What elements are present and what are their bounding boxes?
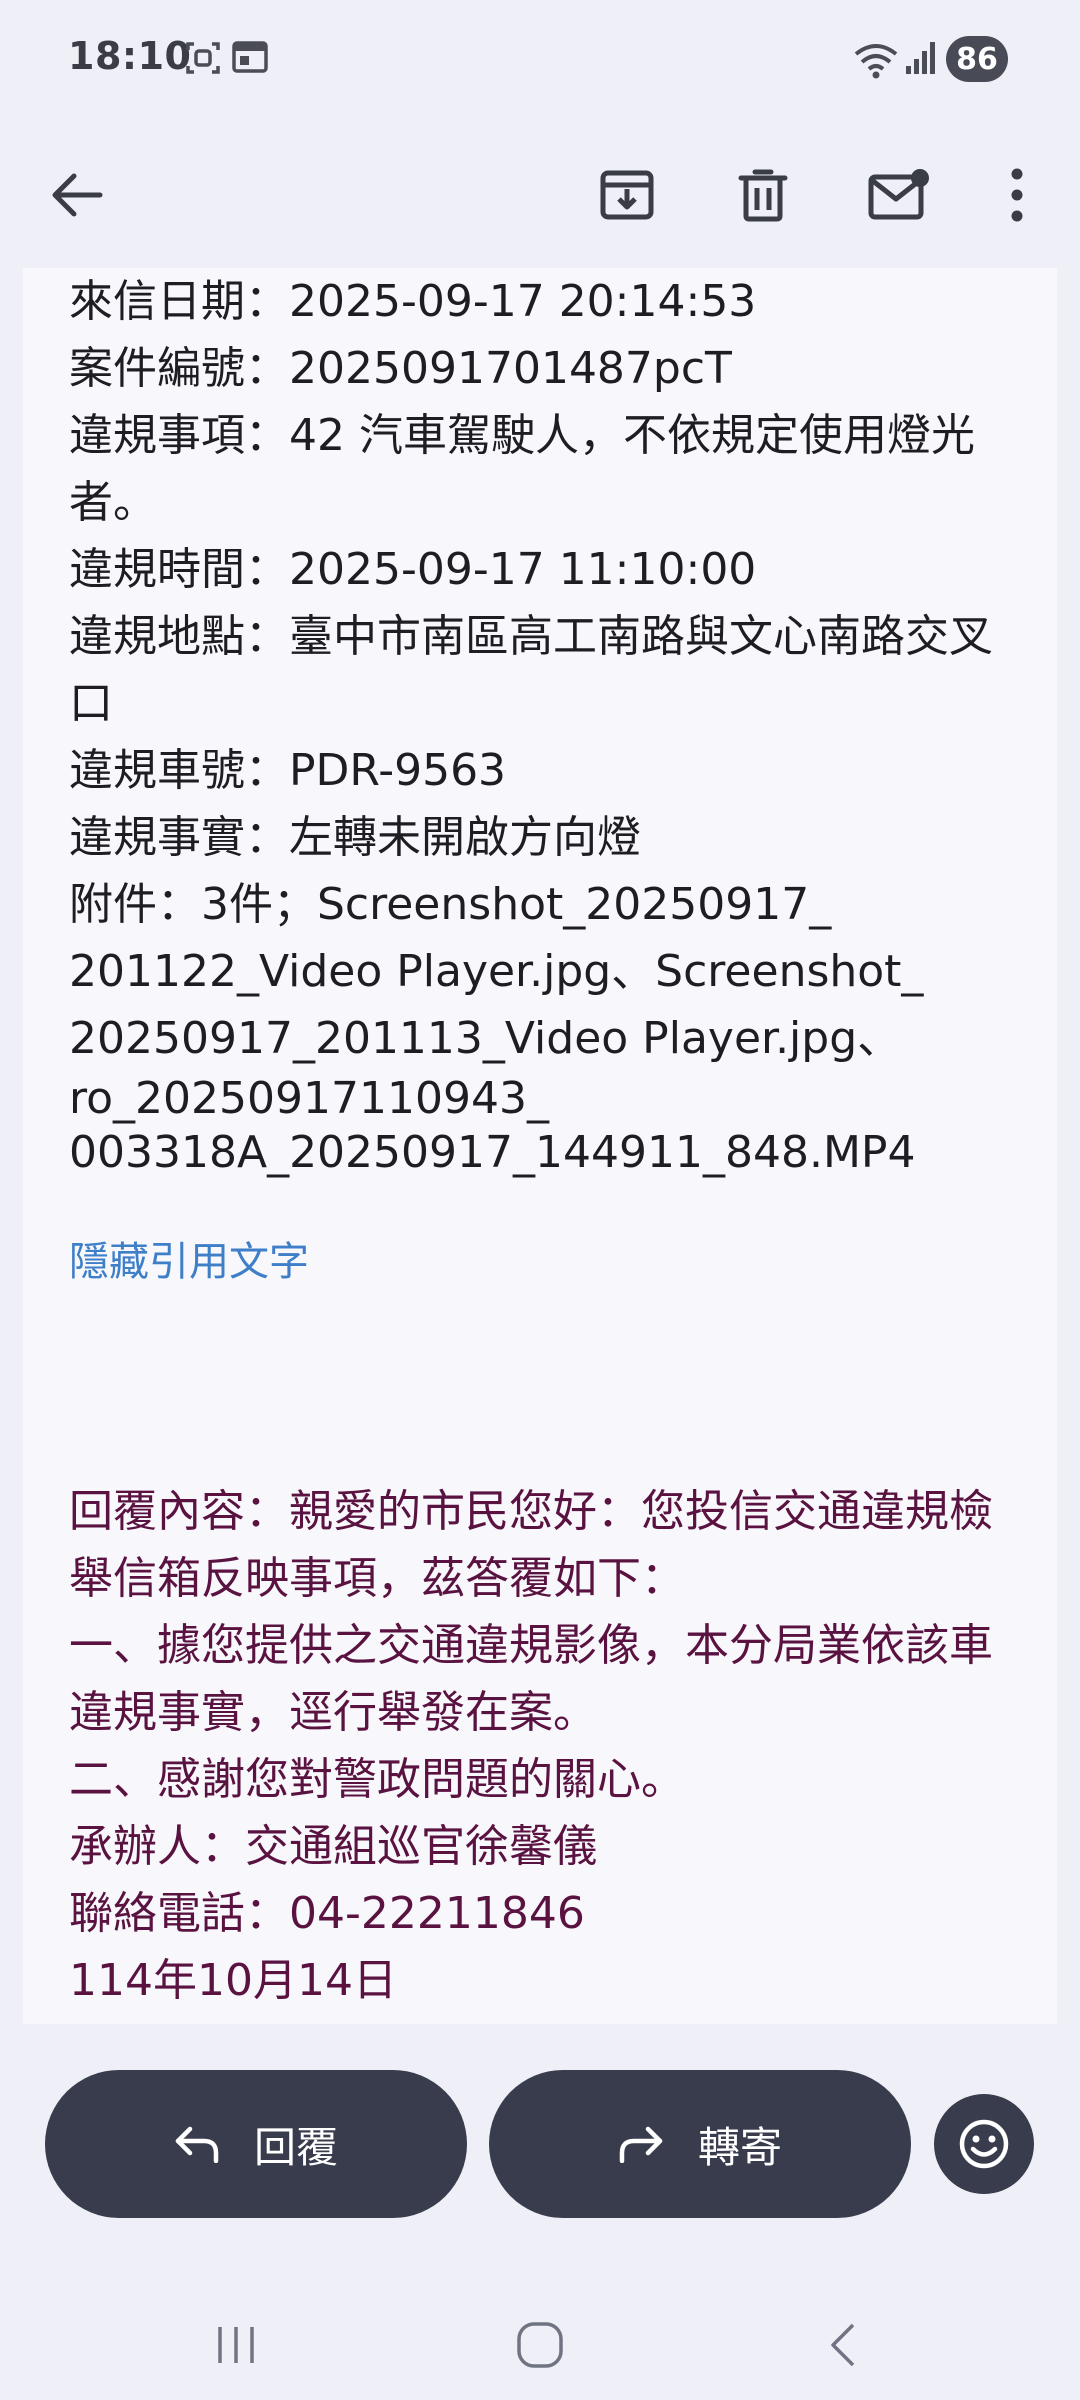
reply-button[interactable]: 回覆 — [45, 2070, 467, 2218]
mark-unread-icon — [868, 169, 929, 220]
archive-icon — [600, 170, 654, 220]
hide-quoted-text-link[interactable]: 隱藏引用文字 — [69, 1234, 309, 1290]
violation-location: 違規地點：臺中市南區高工南路與文心南路交叉 — [69, 611, 993, 662]
archive-button[interactable] — [582, 150, 672, 240]
plate-number: 違規車號：PDR-9563 — [69, 745, 507, 796]
case-number: 案件編號：2025091701487pcT — [69, 343, 732, 394]
violation-fact: 違規事實：左轉未開啟方向燈 — [69, 812, 641, 863]
reply-label: 回覆 — [253, 2122, 338, 2172]
navigation-bar — [0, 2290, 1080, 2400]
reply-line: 回覆內容：親愛的市民您好：您投信交通違規檢 — [69, 1486, 993, 1537]
attachments: 附件：3件；Screenshot_20250917_ — [69, 879, 832, 930]
email-body: 來信日期：2025-09-17 20:14:53 案件編號：2025091701… — [23, 268, 1057, 2024]
attachments-cont-4: 003318A_20250917_144911_848.MP4 — [69, 1127, 916, 1178]
delete-icon — [738, 169, 788, 222]
back-arrow-icon — [52, 173, 103, 217]
calendar-widget-icon — [232, 40, 268, 74]
violation-location-cont: 口 — [69, 678, 113, 729]
attachments-cont-1: 201122_Video Player.jpg、Screenshot_ — [69, 946, 924, 997]
signal-icon — [904, 40, 936, 76]
recent-apps-button[interactable] — [196, 2310, 276, 2380]
screenshot-icon — [184, 40, 222, 76]
received-date: 來信日期：2025-09-17 20:14:53 — [69, 276, 757, 327]
reply-icon — [175, 2126, 219, 2163]
status-bar: 18:10 86 — [0, 0, 1080, 120]
reply-line: 舉信箱反映事項，茲答覆如下： — [69, 1553, 685, 1604]
home-button[interactable] — [500, 2310, 580, 2380]
reply-content: 回覆內容：親愛的市民您好：您投信交通違規檢 舉信箱反映事項，茲答覆如下： 一、據… — [69, 1478, 1049, 2014]
reply-line: 違規事實，逕行舉發在案。 — [69, 1687, 597, 1738]
more-vert-icon — [1011, 168, 1023, 222]
status-time: 18:10 — [68, 34, 192, 78]
forward-icon — [619, 2126, 663, 2163]
more-options-button[interactable] — [972, 150, 1062, 240]
violation-item: 違規事項：42 汽車駕駛人，不依規定使用燈光 — [69, 410, 975, 461]
violation-time: 違規時間：2025-09-17 11:10:00 — [69, 544, 757, 595]
contact-phone: 聯絡電話：04-22211846 — [69, 1888, 585, 1939]
home-icon — [517, 2322, 563, 2368]
emoji-reaction-button[interactable] — [934, 2094, 1034, 2194]
forward-button[interactable]: 轉寄 — [489, 2070, 911, 2218]
email-toolbar — [0, 120, 1080, 270]
officer-name: 承辦人：交通組巡官徐馨儀 — [69, 1821, 597, 1872]
violation-item-cont: 者。 — [69, 477, 157, 528]
quoted-message: 來信日期：2025-09-17 20:14:53 案件編號：2025091701… — [69, 268, 1029, 1180]
wifi-icon — [852, 38, 900, 80]
attachments-cont-2: 20250917_201113_Video Player.jpg、 — [69, 1013, 902, 1064]
emoji-icon — [959, 2119, 1009, 2169]
chevron-left-icon — [831, 2323, 855, 2367]
email-screen: 18:10 86 來信日期：2025-09-17 20:14:53 案件編號：2… — [0, 0, 1080, 2400]
back-button[interactable] — [32, 150, 122, 240]
reply-line: 一、據您提供之交通違規影像，本分局業依該車 — [69, 1620, 993, 1671]
delete-button[interactable] — [718, 150, 808, 240]
battery-indicator: 86 — [946, 36, 1008, 82]
system-back-button[interactable] — [802, 2310, 882, 2380]
attachments-cont-3: ro_20250917110943_ — [69, 1073, 549, 1124]
mark-unread-button[interactable] — [854, 150, 944, 240]
forward-label: 轉寄 — [697, 2122, 782, 2172]
reply-line: 二、感謝您對警政問題的關心。 — [69, 1754, 685, 1805]
reply-date: 114年10月14日 — [69, 1955, 397, 2006]
recent-apps-icon — [218, 2327, 254, 2363]
